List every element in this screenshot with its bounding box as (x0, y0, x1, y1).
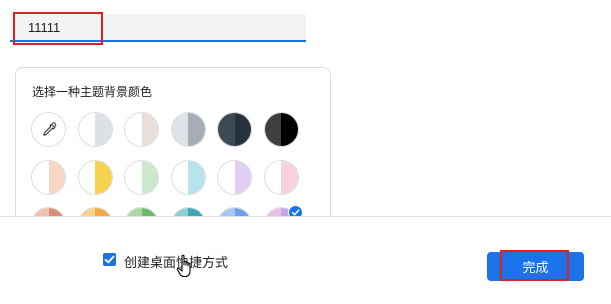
profile-name-input[interactable] (10, 14, 306, 40)
create-profile-dialog: 选择一种主题背景颜色 创建桌面快捷方式 完成 (0, 0, 611, 304)
swatch-left-half (218, 160, 235, 194)
swatch-grey-light[interactable] (77, 112, 113, 147)
swatch-grey-mid[interactable] (170, 112, 206, 147)
swatch-left-half (264, 160, 281, 194)
shortcut-checkbox[interactable] (103, 253, 116, 266)
swatch-green-light[interactable] (124, 159, 159, 195)
swatch-right-half (281, 160, 298, 194)
eyedropper-icon (32, 113, 65, 146)
swatch-left-half (32, 160, 49, 194)
theme-color-title: 选择一种主题背景颜色 (32, 85, 153, 99)
swatch-right-half (95, 160, 112, 194)
swatch-left-half (171, 113, 188, 146)
swatch-color-picker[interactable] (31, 112, 66, 147)
swatch-left-half (78, 113, 95, 146)
swatch-left-half (218, 113, 235, 146)
swatch-cyan-light[interactable] (170, 159, 206, 195)
swatch-beige[interactable] (124, 112, 159, 147)
swatch-left-half (264, 113, 281, 146)
swatch-right-half (188, 113, 205, 146)
profile-name-field[interactable] (10, 14, 306, 42)
theme-color-card: 选择一种主题背景颜色 (15, 67, 331, 217)
swatch-black[interactable] (263, 112, 299, 147)
swatch-right-half (281, 113, 298, 146)
swatch-left-half (125, 113, 142, 146)
check-icon (104, 255, 115, 264)
footer-divider (0, 216, 611, 217)
shortcut-label[interactable]: 创建桌面快捷方式 (124, 252, 228, 271)
swatch-left-half (171, 160, 188, 194)
swatch-right-half (95, 113, 112, 146)
done-button[interactable]: 完成 (487, 252, 584, 281)
swatch-peach[interactable] (31, 159, 66, 195)
swatch-right-half (141, 160, 158, 194)
swatch-right-half (141, 113, 158, 146)
swatch-yellow[interactable] (77, 159, 113, 195)
swatch-lavender[interactable] (217, 159, 252, 195)
swatch-left-half (78, 160, 95, 194)
swatch-right-half (48, 160, 65, 194)
swatch-right-half (188, 160, 205, 194)
swatch-right-half (234, 113, 251, 146)
swatch-left-half (125, 160, 142, 194)
swatch-pink-light[interactable] (263, 159, 299, 195)
swatch-slate-dark[interactable] (217, 112, 252, 147)
swatch-right-half (234, 160, 251, 194)
